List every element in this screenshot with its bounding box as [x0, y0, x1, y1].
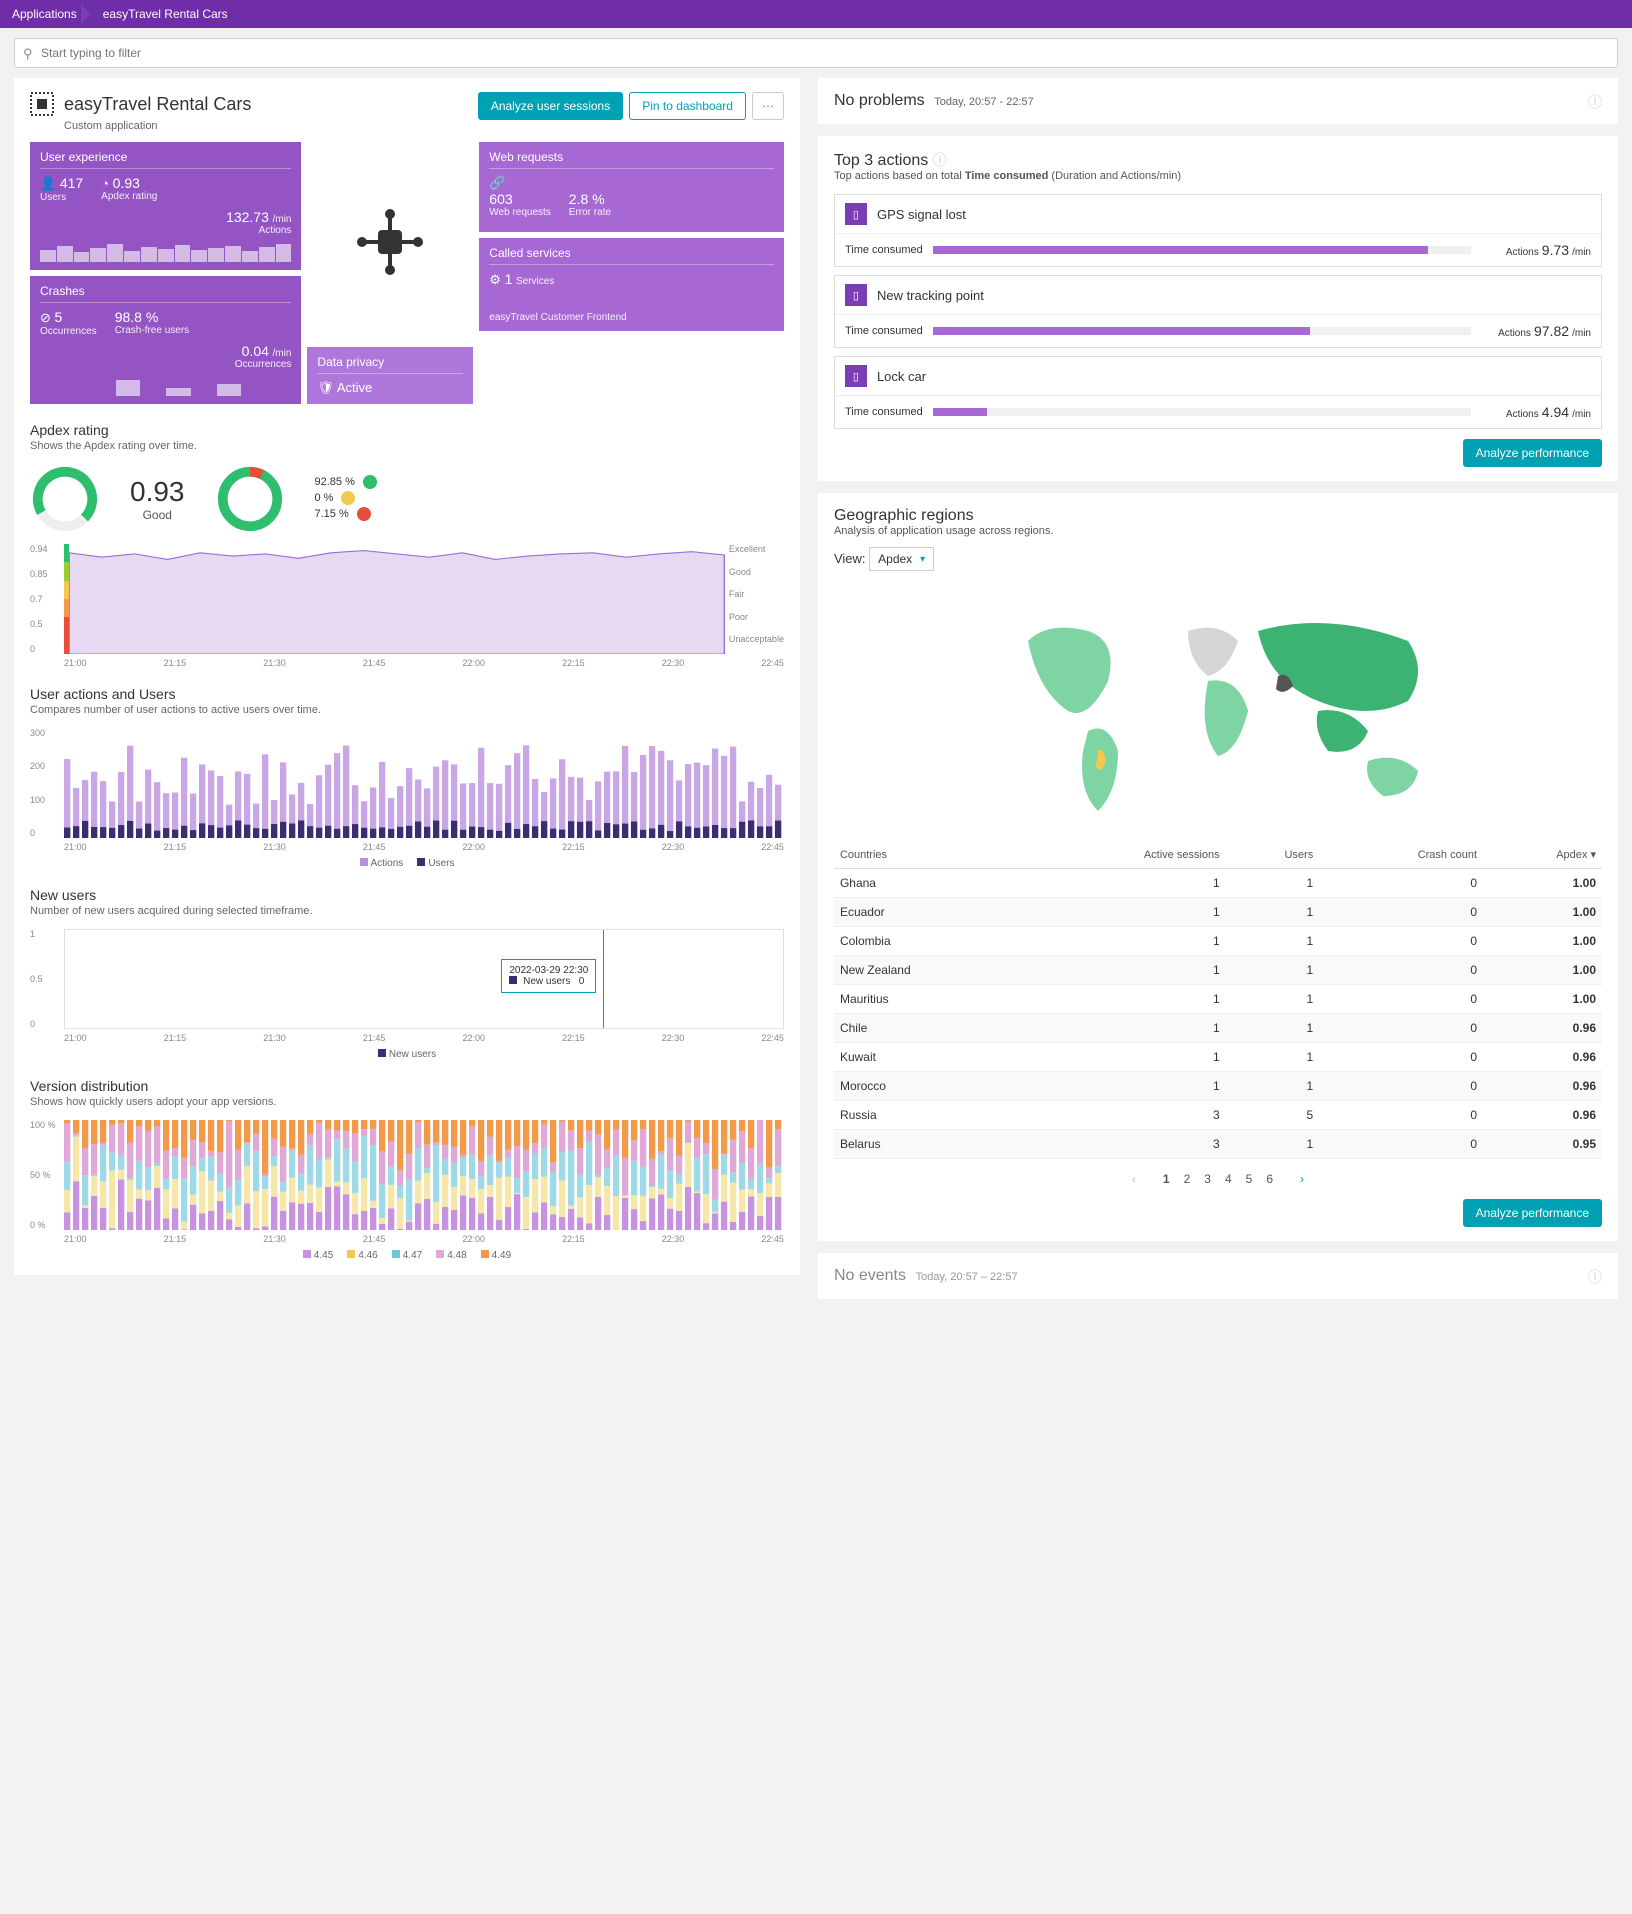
tile-user-experience[interactable]: User experience 👤 417Users ◔ 0.93Apdex r…	[30, 142, 301, 270]
table-row[interactable]: Belarus3100.95	[834, 1130, 1602, 1159]
action-item[interactable]: ▯ Lock car Time consumed Actions 4.94 /m…	[834, 356, 1602, 429]
bar	[933, 327, 1471, 335]
tile-data-privacy[interactable]: Data privacy 🛡 Active	[307, 347, 473, 404]
analyze-performance-button-2[interactable]: Analyze performance	[1463, 1199, 1602, 1227]
page-next[interactable]: ›	[1293, 1169, 1311, 1189]
section-apdex-title: Apdex rating	[30, 422, 784, 438]
chart-tooltip: 2022-03-29 22:30 New users 0	[501, 959, 596, 993]
chevron-right-icon	[81, 0, 99, 28]
top-actions-title: Top 3 actions ⓘ	[834, 150, 1602, 170]
section-newusers-title: New users	[30, 887, 784, 903]
action-name: Lock car	[877, 369, 926, 384]
page-2[interactable]: 2	[1177, 1169, 1198, 1189]
apdex-score-label: Good	[130, 508, 185, 522]
app-center-icon	[350, 202, 430, 282]
neutral-icon	[341, 491, 355, 505]
view-select[interactable]: Apdex▾	[869, 547, 934, 571]
table-row[interactable]: Ghana1101.00	[834, 869, 1602, 898]
mobile-icon: ▯	[845, 203, 867, 225]
smile-icon	[363, 475, 377, 489]
table-row[interactable]: Russia3500.96	[834, 1101, 1602, 1130]
bar	[933, 246, 1471, 254]
bug-icon: ⊘	[40, 310, 51, 325]
breadcrumb: Applications easyTravel Rental Cars	[0, 0, 1632, 28]
geo-title: Geographic regions	[834, 507, 1602, 525]
bar	[933, 408, 1471, 416]
section-version-title: Version distribution	[30, 1078, 784, 1094]
table-row[interactable]: Ecuador1101.00	[834, 898, 1602, 927]
filter-icon: ⚲	[23, 46, 33, 62]
breadcrumb-root[interactable]: Applications	[12, 7, 77, 21]
action-item[interactable]: ▯ GPS signal lost Time consumed Actions …	[834, 194, 1602, 267]
page-1[interactable]: 1	[1156, 1169, 1177, 1189]
info-icon[interactable]: ⓘ	[1588, 1267, 1602, 1287]
col-countries[interactable]: Countries	[834, 841, 1024, 869]
table-row[interactable]: New Zealand1101.00	[834, 956, 1602, 985]
info-icon[interactable]: ⓘ	[1588, 92, 1602, 112]
more-menu-button[interactable]: ⋯	[752, 92, 784, 120]
table-row[interactable]: Mauritius1101.00	[834, 985, 1602, 1014]
apdex-donut	[30, 464, 100, 534]
no-problems-title: No problems	[834, 92, 925, 109]
col-apdex[interactable]: Apdex ▾	[1483, 841, 1602, 869]
shield-icon: 🛡	[317, 380, 334, 395]
chevron-down-icon: ▾	[920, 554, 925, 565]
table-row[interactable]: Morocco1100.96	[834, 1072, 1602, 1101]
tile-title: Crashes	[40, 284, 291, 303]
version-stacked-chart	[64, 1120, 784, 1230]
paginator: ‹ 123456 ›	[834, 1169, 1602, 1189]
app-icon	[30, 92, 54, 116]
page-subtitle: Custom application	[64, 120, 251, 132]
tile-title: Data privacy	[317, 355, 463, 374]
table-row[interactable]: Kuwait1100.96	[834, 1043, 1602, 1072]
link-icon: 🔗	[489, 175, 505, 190]
action-name: New tracking point	[877, 288, 984, 303]
tile-web-requests[interactable]: Web requests 🔗 603Web requests 2.8 %Erro…	[479, 142, 784, 232]
sparkline	[40, 376, 291, 396]
breadcrumb-current[interactable]: easyTravel Rental Cars	[103, 7, 228, 21]
useractions-bar-chart	[64, 728, 784, 838]
page-4[interactable]: 4	[1218, 1169, 1239, 1189]
section-useractions-title: User actions and Users	[30, 686, 784, 702]
section-apdex-sub: Shows the Apdex rating over time.	[30, 440, 784, 452]
col-users[interactable]: Users	[1226, 841, 1320, 869]
table-row[interactable]: Colombia1101.00	[834, 927, 1602, 956]
table-row[interactable]: Chile1100.96	[834, 1014, 1602, 1043]
info-icon[interactable]: ⓘ	[933, 152, 947, 168]
gauge-icon: ◔	[101, 176, 109, 191]
action-item[interactable]: ▯ New tracking point Time consumed Actio…	[834, 275, 1602, 348]
apdex-area-chart	[69, 544, 724, 654]
geo-table: Countries Active sessions Users Crash co…	[834, 841, 1602, 1159]
newusers-chart: 2022-03-29 22:30 New users 0	[64, 929, 784, 1029]
mobile-icon: ▯	[845, 284, 867, 306]
frown-icon	[357, 507, 371, 521]
action-name: GPS signal lost	[877, 207, 966, 222]
tile-title: Called services	[489, 246, 774, 265]
apdex-status-donut	[215, 464, 285, 534]
page-5[interactable]: 5	[1239, 1169, 1260, 1189]
tile-called-services[interactable]: Called services ⚙ 1 Services easyTravel …	[479, 238, 784, 331]
no-events-title: No events	[834, 1267, 906, 1284]
page-title: easyTravel Rental Cars	[64, 94, 251, 115]
person-icon: 👤	[40, 176, 56, 191]
apdex-score: 0.93	[130, 476, 185, 508]
world-map[interactable]	[834, 581, 1602, 841]
filter-input[interactable]	[14, 38, 1618, 68]
gear-icon: ⚙	[489, 272, 501, 287]
col-crash[interactable]: Crash count	[1319, 841, 1483, 869]
analyze-performance-button[interactable]: Analyze performance	[1463, 439, 1602, 467]
page-3[interactable]: 3	[1197, 1169, 1218, 1189]
sparkline	[40, 242, 291, 262]
mobile-icon: ▯	[845, 365, 867, 387]
col-sessions[interactable]: Active sessions	[1024, 841, 1226, 869]
tile-title: User experience	[40, 150, 291, 169]
page-prev[interactable]: ‹	[1125, 1169, 1143, 1189]
tile-crashes[interactable]: Crashes ⊘ 5Occurrences 98.8 %Crash-free …	[30, 276, 301, 404]
pin-to-dashboard-button[interactable]: Pin to dashboard	[629, 92, 746, 120]
page-6[interactable]: 6	[1259, 1169, 1280, 1189]
analyze-user-sessions-button[interactable]: Analyze user sessions	[478, 92, 623, 120]
tile-title: Web requests	[489, 150, 774, 169]
